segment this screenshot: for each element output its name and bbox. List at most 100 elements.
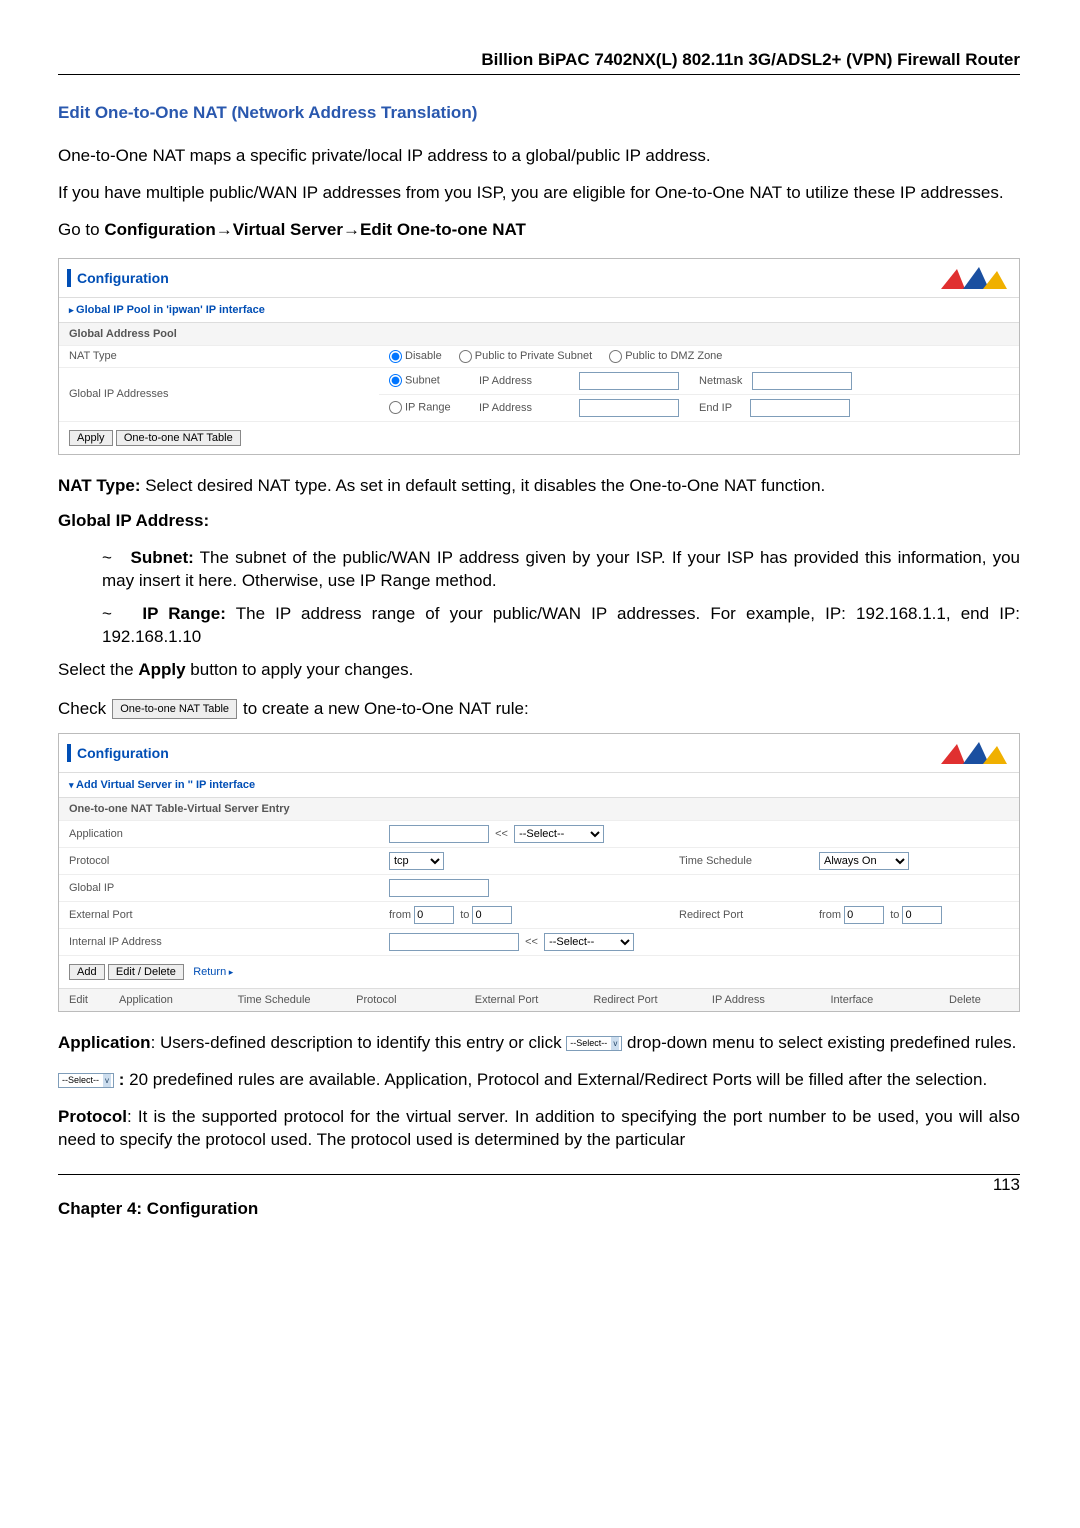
intip-input[interactable] — [389, 933, 519, 951]
protocol-select[interactable]: tcp — [389, 852, 444, 870]
nat-type-options: Disable Public to Private Subnet Public … — [379, 345, 1019, 367]
add-button[interactable]: Add — [69, 964, 105, 980]
col-delete: Delete — [949, 994, 1009, 1006]
brand-logo-icon — [939, 265, 1009, 291]
application-cell: << --Select-- — [379, 821, 1019, 848]
panel2-sub2: One-to-one NAT Table-Virtual Server Entr… — [59, 797, 1019, 820]
panel-title-text: Configuration — [77, 270, 169, 286]
nat-dmz-label: Public to DMZ Zone — [625, 350, 722, 362]
subnet-ipaddr-input[interactable] — [579, 372, 679, 390]
timesched-select[interactable]: Always On — [819, 852, 909, 870]
col-extport: External Port — [475, 994, 594, 1006]
iprange-radio[interactable] — [389, 401, 402, 414]
col-edit: Edit — [69, 994, 119, 1006]
extport-cell: from to — [379, 902, 669, 929]
check-line: Check One-to-one NAT Table to create a n… — [58, 699, 1020, 719]
redport-label: Redirect Port — [669, 902, 809, 929]
brand-logo-icon — [939, 740, 1009, 766]
redport-from-input[interactable] — [844, 906, 884, 924]
nat-type-dmz-radio[interactable] — [609, 350, 622, 363]
redport-to-label: to — [890, 909, 899, 921]
nat-type-lead: NAT Type: — [58, 476, 140, 495]
section-title: Edit One-to-One NAT (Network Address Tra… — [58, 103, 1020, 123]
redport-cell: from to — [809, 902, 1019, 929]
panel2-header: Configuration — [59, 734, 1019, 772]
product-title: Billion BiPAC 7402NX(L) 802.11n 3G/ADSL2… — [481, 50, 1020, 69]
sel-rest: 20 predefined rules are available. Appli… — [124, 1070, 987, 1089]
nat-type-rest: Select desired NAT type. As set in defau… — [140, 476, 825, 495]
apply-pre: Select the — [58, 660, 138, 679]
iprange-rest: The IP address range of your public/WAN … — [102, 604, 1020, 646]
chevron-down-icon: v — [103, 1074, 111, 1087]
check-pre: Check — [58, 699, 106, 719]
proto-lead: Protocol — [58, 1107, 127, 1126]
subnet-radio[interactable] — [389, 374, 402, 387]
apply-button[interactable]: Apply — [69, 430, 113, 446]
globalip-input[interactable] — [389, 879, 489, 897]
results-header-row: Edit Application Time Schedule Protocol … — [59, 988, 1019, 1011]
endip-input[interactable] — [750, 399, 850, 417]
intro-paragraph-2: If you have multiple public/WAN IP addre… — [58, 182, 1020, 205]
subnet-ipaddr-label: IP Address — [469, 367, 569, 394]
intip-label: Internal IP Address — [59, 929, 379, 956]
apply-instruction: Select the Apply button to apply your ch… — [58, 659, 1020, 682]
col-interface: Interface — [830, 994, 949, 1006]
netmask-input[interactable] — [752, 372, 852, 390]
return-link[interactable]: Return — [193, 966, 233, 978]
chevron-down-icon: v — [611, 1037, 619, 1050]
select-dropdown-icon: --Select--v — [566, 1036, 622, 1051]
subnet-bullet: ~ Subnet: The subnet of the public/WAN I… — [58, 547, 1020, 593]
iprange-cell: IP Range — [379, 394, 469, 421]
extport-to-label: to — [460, 909, 469, 921]
goto-label: Go to — [58, 220, 104, 239]
config-panel-virtual-server: Configuration Add Virtual Server in '' I… — [58, 733, 1020, 1012]
one-to-one-nat-table-button[interactable]: One-to-one NAT Table — [116, 430, 241, 446]
application-label: Application — [59, 821, 379, 848]
nat-type-disable-radio[interactable] — [389, 350, 402, 363]
iprange-label: IP Range — [405, 402, 451, 414]
nat-type-explain: NAT Type: Select desired NAT type. As se… — [58, 475, 1020, 498]
application-description: Application: Users-defined description t… — [58, 1032, 1020, 1055]
extport-to-input[interactable] — [472, 906, 512, 924]
subnet-label: Subnet — [405, 375, 440, 387]
col-ipaddr: IP Address — [712, 994, 831, 1006]
redport-to-input[interactable] — [902, 906, 942, 924]
col-application: Application — [119, 994, 238, 1006]
globalip-label: Global IP — [59, 875, 379, 902]
extport-from-label: from — [389, 909, 411, 921]
app-rest2: drop-down menu to select existing predef… — [627, 1033, 1016, 1052]
panel-title: Configuration — [67, 269, 169, 287]
panel2-footer: Add Edit / Delete Return — [59, 955, 1019, 988]
application-select[interactable]: --Select-- — [514, 825, 604, 843]
global-ip-label: Global IP Addresses — [59, 367, 379, 421]
endip-label: End IP — [699, 402, 732, 414]
bullet-icon: ~ — [102, 547, 112, 570]
intro-paragraph-1: One-to-One NAT maps a specific private/l… — [58, 145, 1020, 168]
subnet-cell: Subnet — [379, 367, 469, 394]
intip-select[interactable]: --Select-- — [544, 933, 634, 951]
apply-bold: Apply — [138, 660, 185, 679]
nat-type-private-radio[interactable] — [459, 350, 472, 363]
edit-delete-button[interactable]: Edit / Delete — [108, 964, 184, 980]
config-panel-global-ip-pool: Configuration Global IP Pool in 'ipwan' … — [58, 258, 1020, 455]
protocol-label: Protocol — [59, 848, 379, 875]
application-input[interactable] — [389, 825, 489, 843]
panel2-title: Configuration — [67, 744, 169, 762]
iprange-ipaddr-input[interactable] — [579, 399, 679, 417]
nat-private-label: Public to Private Subnet — [475, 350, 592, 362]
col-protocol: Protocol — [356, 994, 475, 1006]
bullet-icon: ~ — [102, 603, 112, 626]
col-redport: Redirect Port — [593, 994, 712, 1006]
extport-from-input[interactable] — [414, 906, 454, 924]
proto-rest: : It is the supported protocol for the v… — [58, 1107, 1020, 1149]
navigation-path: Go to Configuration→Virtual Server→Edit … — [58, 219, 1020, 242]
select-description: --Select--v : 20 predefined rules are av… — [58, 1069, 1020, 1092]
timesched-cell: Always On — [809, 848, 1019, 875]
subnet-lead: Subnet: — [131, 548, 194, 567]
chapter-label: Chapter 4: Configuration — [58, 1199, 1020, 1219]
subnet-rest: The subnet of the public/WAN IP address … — [102, 548, 1020, 590]
panel2-sub1: Add Virtual Server in '' IP interface — [59, 772, 1019, 797]
iprange-bullet: ~ IP Range: The IP address range of your… — [58, 603, 1020, 649]
title-bar-icon — [67, 744, 71, 762]
panel-header: Configuration — [59, 259, 1019, 297]
